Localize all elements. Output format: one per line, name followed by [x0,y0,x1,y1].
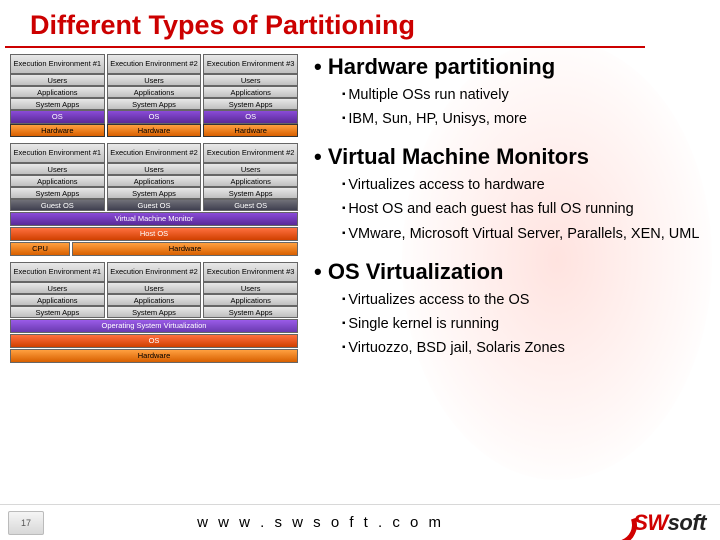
layer-cell: Applications [107,86,202,98]
layer-cell: System Apps [10,187,105,199]
layer-cell: System Apps [203,306,298,318]
hardware-layer: Hardware [10,349,298,363]
diag3-col-2: Execution Environment #2 Users Applicati… [107,262,202,318]
layer-cell: System Apps [107,98,202,110]
diag3-col-3: Execution Environment #3 Users Applicati… [203,262,298,318]
diagram-virtual-machine-monitors: Execution Environment #1 Users Applicati… [10,143,298,256]
diag2-col-1: Execution Environment #1 Users Applicati… [10,143,105,211]
layer-cell: Users [107,74,202,86]
layer-cell: System Apps [10,98,105,110]
diag2-col-3: Execution Environment #2 Users Applicati… [203,143,298,211]
layer-cell: Users [107,163,202,175]
diag1-col-1: Execution Environment #1 Users Applicati… [10,54,105,137]
exec-env-label: Execution Environment #2 [107,54,202,74]
footer: 17 w w w . s w s o f t . c o m SWsoft [0,504,720,540]
diag1-col-3: Execution Environment #3 Users Applicati… [203,54,298,137]
layer-cell: Users [10,282,105,294]
swsoft-logo: SWsoft [597,510,706,536]
logo-swoosh-icon [597,512,631,534]
bullet-item: Virtualizes access to hardware [342,176,705,194]
bullet-item: Multiple OSs run natively [342,86,705,104]
layer-cell: Applications [107,294,202,306]
bullet-item: Virtualizes access to the OS [342,291,705,309]
layer-cell: Users [203,74,298,86]
exec-env-label: Execution Environment #3 [203,262,298,282]
exec-env-label: Execution Environment #1 [10,143,105,163]
layer-cell: Applications [10,294,105,306]
layer-cell: Users [203,163,298,175]
os-cell: OS [10,110,105,124]
cpu-cell: CPU [10,242,70,256]
exec-env-label: Execution Environment #2 [203,143,298,163]
layer-cell: Applications [107,175,202,187]
os-layer: OS [10,334,298,348]
title-underline [5,46,645,48]
layer-cell: Users [203,282,298,294]
layer-cell: Users [10,163,105,175]
layer-cell: Users [10,74,105,86]
content-area: Execution Environment #1 Users Applicati… [10,50,705,363]
section-heading: OS Virtualization [314,259,705,285]
guest-os-cell: Guest OS [203,199,298,211]
layer-cell: Applications [203,294,298,306]
vmm-layer: Virtual Machine Monitor [10,212,298,226]
bullets-column: Hardware partitioning Multiple OSs run n… [300,50,705,363]
layer-cell: System Apps [107,306,202,318]
bullet-item: Host OS and each guest has full OS runni… [342,200,705,218]
logo-text-sw: SW [633,510,667,536]
bullet-item: Single kernel is running [342,315,705,333]
os-cell: OS [203,110,298,124]
layer-cell: Applications [10,86,105,98]
layer-cell: Users [107,282,202,294]
exec-env-label: Execution Environment #1 [10,54,105,74]
exec-env-label: Execution Environment #1 [10,262,105,282]
exec-env-label: Execution Environment #3 [203,54,298,74]
section-heading: Hardware partitioning [314,54,705,80]
hardware-cell: Hardware [107,124,202,137]
diagram-os-virtualization: Execution Environment #1 Users Applicati… [10,262,298,363]
layer-cell: System Apps [203,187,298,199]
slide-number: 17 [8,511,44,535]
layer-cell: Applications [10,175,105,187]
os-cell: OS [107,110,202,124]
hardware-cell: Hardware [203,124,298,137]
slide-title: Different Types of Partitioning [0,0,720,46]
layer-cell: System Apps [10,306,105,318]
diag1-col-2: Execution Environment #2 Users Applicati… [107,54,202,137]
guest-os-cell: Guest OS [107,199,202,211]
layer-cell: Applications [203,86,298,98]
footer-url: w w w . s w s o f t . c o m [44,514,597,531]
layer-cell: System Apps [107,187,202,199]
exec-env-label: Execution Environment #2 [107,262,202,282]
layer-cell: Applications [203,175,298,187]
hardware-cell: Hardware [10,124,105,137]
diag2-col-2: Execution Environment #2 Users Applicati… [107,143,202,211]
diagrams-column: Execution Environment #1 Users Applicati… [10,50,300,363]
bullet-item: Virtuozzo, BSD jail, Solaris Zones [342,339,705,357]
logo-text-soft: soft [668,510,706,536]
layer-cell: System Apps [203,98,298,110]
hardware-cell: Hardware [72,242,298,256]
section-heading: Virtual Machine Monitors [314,144,705,170]
host-os-layer: Host OS [10,227,298,241]
diag3-col-1: Execution Environment #1 Users Applicati… [10,262,105,318]
diagram-hardware-partitioning: Execution Environment #1 Users Applicati… [10,54,298,137]
os-virtualization-layer: Operating System Virtualization [10,319,298,333]
bullet-item: VMware, Microsoft Virtual Server, Parall… [342,225,705,243]
bullet-item: IBM, Sun, HP, Unisys, more [342,110,705,128]
exec-env-label: Execution Environment #2 [107,143,202,163]
guest-os-cell: Guest OS [10,199,105,211]
